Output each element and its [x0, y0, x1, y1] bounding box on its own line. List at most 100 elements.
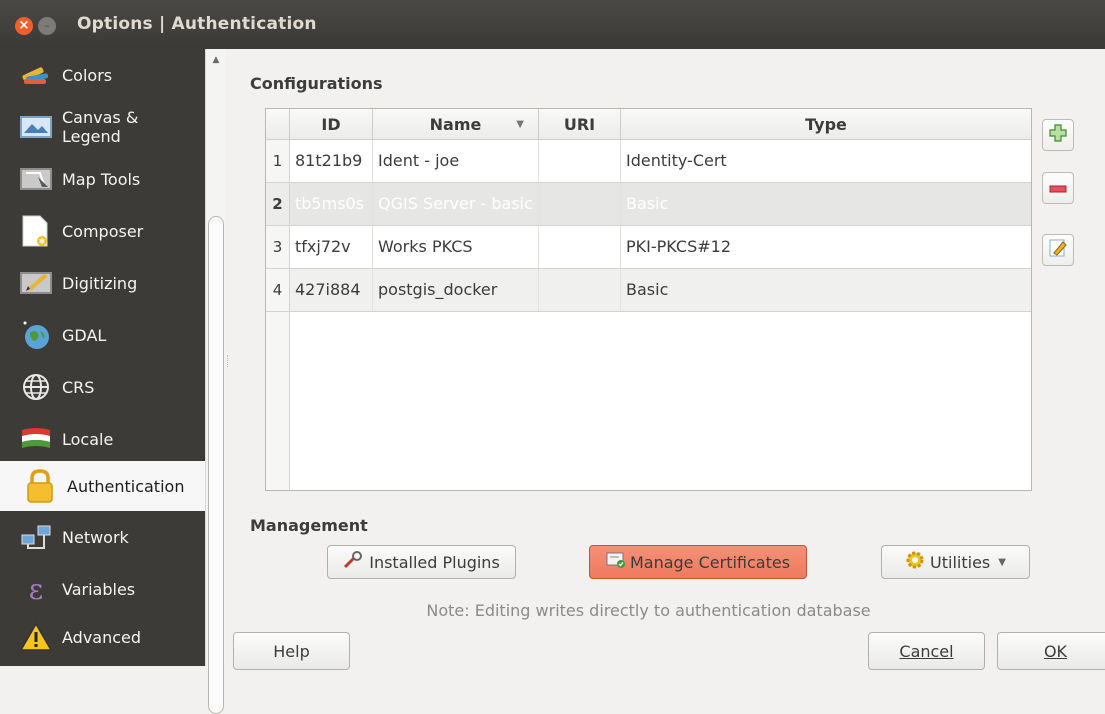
sidebar-item-label: Canvas & Legend [62, 108, 139, 146]
cancel-label: Cancel [899, 641, 954, 661]
cell-type: PKI-PKCS#12 [626, 237, 731, 256]
help-button[interactable]: Help [233, 632, 350, 670]
network-icon [18, 519, 54, 555]
digitizing-icon [18, 265, 54, 301]
help-label: Help [273, 641, 310, 661]
cell-type: Basic [626, 194, 669, 213]
editing-note: Note: Editing writes directly to authent… [426, 601, 871, 620]
row-number: 2 [266, 183, 290, 225]
table-row[interactable]: 4 427i884 postgis_docker Basic [266, 269, 1031, 312]
cell-name: Ident - joe [373, 140, 539, 182]
sidebar-item-canvas-legend[interactable]: Canvas & Legend [0, 101, 205, 153]
sidebar-item-label: Composer [62, 221, 144, 241]
sidebar-item-variables[interactable]: ε Variables [0, 563, 205, 615]
add-configuration-button[interactable] [1042, 119, 1074, 151]
sidebar-item-label: Map Tools [62, 169, 141, 189]
remove-configuration-button[interactable] [1042, 172, 1074, 204]
sidebar-item-colors[interactable]: Colors [0, 49, 205, 101]
chevron-down-icon: ▼ [998, 556, 1006, 568]
map-tools-icon [18, 161, 54, 197]
sidebar-item-label: GDAL [62, 325, 107, 345]
sidebar-item-composer[interactable]: ✱ Composer [0, 205, 205, 257]
cell-id: tb5ms0s [290, 183, 373, 225]
column-header-name[interactable]: Name ▼ [373, 109, 539, 140]
sidebar-item-label: Locale [62, 429, 114, 449]
table-row[interactable]: 3 tfxj72v Works PKCS PKI-PKCS#12 [266, 226, 1031, 269]
crs-icon [18, 369, 54, 405]
sidebar-item-label: Colors [62, 65, 113, 85]
cell-type: Basic [626, 280, 669, 299]
colors-icon [18, 57, 54, 93]
table-header: ID Name ▼ URI Type [266, 109, 1031, 140]
sidebar-item-crs[interactable]: CRS [0, 361, 205, 413]
column-header-id[interactable]: ID [290, 109, 373, 140]
management-title: Management [250, 516, 368, 535]
configurations-table[interactable]: ID Name ▼ URI Type 1 81t21b9 Ident - joe… [265, 108, 1032, 491]
column-header-name-label: Name [429, 115, 482, 134]
locale-icon [18, 421, 54, 457]
row-number: 3 [266, 226, 290, 268]
svg-text:✱: ✱ [39, 237, 46, 246]
sidebar-item-label: CRS [62, 377, 95, 397]
sidebar-scrollbar[interactable]: ▲ [205, 49, 225, 714]
options-sidebar: Colors Canvas & Legend Map Tools ✱ Compo… [0, 49, 205, 666]
sidebar-item-network[interactable]: Network [0, 511, 205, 563]
column-header-uri[interactable]: URI [539, 109, 621, 140]
title-bar: × – Options | Authentication [0, 0, 1105, 49]
edit-configuration-button[interactable] [1042, 234, 1074, 266]
plus-icon [1049, 124, 1067, 146]
sidebar-item-label: Variables [62, 579, 136, 599]
utilities-dropdown-button[interactable]: Utilities ▼ [881, 545, 1030, 579]
scroll-up-icon[interactable]: ▲ [209, 55, 223, 69]
cell-uri [539, 140, 621, 182]
table-row[interactable]: 1 81t21b9 Ident - joe Identity-Cert [266, 140, 1031, 183]
sidebar-item-authentication[interactable]: Authentication [0, 461, 205, 511]
sidebar-item-label: Network [62, 527, 129, 547]
ok-button[interactable]: OK [997, 632, 1105, 670]
cell-uri [539, 183, 621, 225]
sidebar-item-locale[interactable]: Locale [0, 413, 205, 465]
installed-plugins-label: Installed Plugins [369, 552, 500, 572]
cell-name: postgis_docker [373, 269, 539, 311]
warning-icon [18, 619, 54, 655]
wrench-icon [343, 551, 363, 573]
sidebar-item-gdal[interactable]: GDAL [0, 309, 205, 361]
sidebar-item-label: Digitizing [62, 273, 138, 293]
svg-text:ε: ε [29, 574, 44, 604]
cancel-button[interactable]: Cancel [868, 632, 985, 670]
gear-icon [905, 550, 925, 574]
manage-certificates-label: Manage Certificates [629, 552, 791, 572]
sidebar-item-label: Authentication [67, 476, 185, 496]
variables-icon: ε [18, 571, 54, 607]
sidebar-item-digitizing[interactable]: Digitizing [0, 257, 205, 309]
cell-type: Identity-Cert [626, 151, 727, 170]
ok-label: OK [1043, 641, 1068, 661]
sidebar-item-advanced[interactable]: Advanced [0, 611, 205, 663]
corner-cell [266, 109, 290, 140]
splitter-handle[interactable] [227, 355, 231, 367]
scrollbar-thumb[interactable] [208, 216, 224, 714]
cell-id: 427i884 [290, 269, 373, 311]
minimize-icon[interactable]: – [38, 17, 56, 35]
column-header-type[interactable]: Type [621, 109, 1031, 140]
cell-uri [539, 226, 621, 268]
gdal-icon [18, 317, 54, 353]
canvas-legend-icon [18, 109, 54, 145]
pencil-icon [1048, 238, 1068, 262]
minus-icon [1049, 179, 1067, 198]
cell-name: QGIS Server - basic [373, 183, 539, 225]
cell-name: Works PKCS [373, 226, 539, 268]
close-icon[interactable]: × [15, 17, 33, 35]
sidebar-item-map-tools[interactable]: Map Tools [0, 153, 205, 205]
sidebar-item-label: Advanced [62, 627, 142, 647]
configurations-title: Configurations [250, 74, 383, 93]
cell-id: tfxj72v [290, 226, 373, 268]
table-row-selected[interactable]: 2 tb5ms0s QGIS Server - basic Basic [266, 183, 1031, 226]
certificate-icon [606, 552, 626, 572]
composer-icon: ✱ [18, 213, 54, 249]
row-number: 4 [266, 269, 290, 311]
installed-plugins-button[interactable]: Installed Plugins [327, 545, 516, 579]
cell-id: 81t21b9 [290, 140, 373, 182]
lock-icon [22, 468, 58, 504]
manage-certificates-button[interactable]: Manage Certificates [589, 545, 807, 579]
